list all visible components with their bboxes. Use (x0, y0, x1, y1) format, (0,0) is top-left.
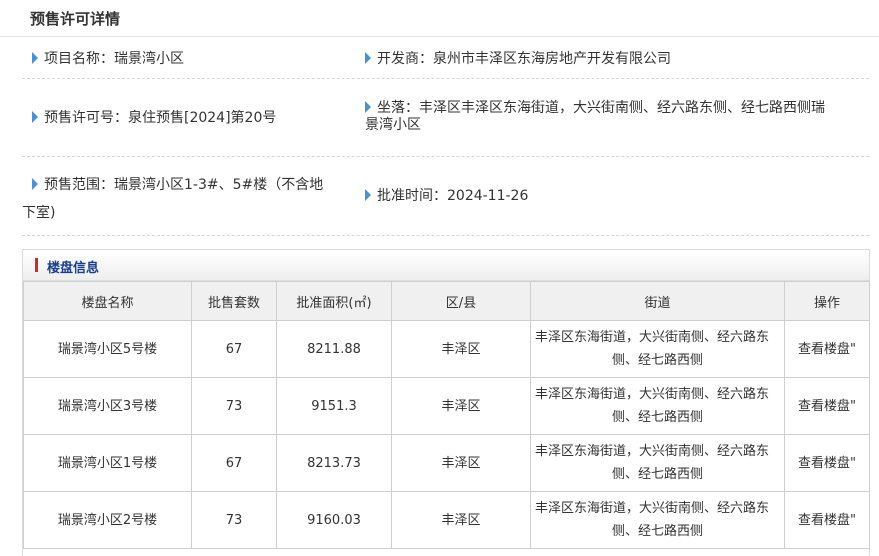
street-line1: 丰泽区东海街道，大兴街南侧、经六路东 (535, 330, 770, 345)
approval-time-text: 批准时间：2024-11-26 (377, 188, 529, 204)
unit-count: 73 (191, 377, 277, 435)
approved-area: 8211.88 (276, 320, 392, 378)
street-line1: 丰泽区东海街道，大兴街南侧、经六路东 (535, 501, 770, 516)
info-row-1: 项目名称：瑞景湾小区 开发商：泉州市丰泽区东海房地产开发有限公司 (22, 38, 869, 79)
presale-scope-field: 预售范围：瑞景湾小区1-3#、5#楼（不含地 下室) (22, 165, 362, 223)
col-header-street: 街道 (530, 281, 785, 321)
section-header: 楼盘信息 (23, 250, 869, 281)
developer-text: 开发商：泉州市丰泽区东海房地产开发有限公司 (377, 51, 671, 67)
triangle-bullet-icon (32, 178, 38, 190)
building-name: 瑞景湾小区1号楼 (23, 434, 192, 492)
street: 丰泽区东海街道，大兴街南侧、经六路东侧、经七路西侧 (530, 377, 785, 435)
street: 丰泽区东海街道，大兴街南侧、经六路东侧、经七路西侧 (530, 320, 785, 378)
table-header-row: 楼盘名称 批售套数 批准面积(㎡) 区/县 街道 操作 (23, 281, 870, 321)
building-name: 瑞景湾小区2号楼 (23, 491, 192, 549)
info-row-3: 预售范围：瑞景湾小区1-3#、5#楼（不含地 下室) 批准时间：2024-11-… (22, 157, 869, 236)
triangle-bullet-icon (32, 52, 38, 64)
view-building-link[interactable]: 查看楼盘" (784, 434, 870, 492)
street: 丰泽区东海街道，大兴街南侧、经六路东侧、经七路西侧 (530, 434, 785, 492)
building-table: 楼盘名称 批售套数 批准面积(㎡) 区/县 街道 操作 瑞景湾小区5号楼 67 … (23, 281, 870, 549)
triangle-bullet-icon (365, 52, 371, 64)
project-name-text: 项目名称：瑞景湾小区 (44, 51, 184, 67)
location-text-line2: 景湾小区 (365, 117, 421, 133)
street-line2: 侧、经七路西侧 (611, 353, 703, 368)
approved-area: 9160.03 (276, 491, 392, 549)
section-title: 楼盘信息 (47, 261, 100, 276)
building-info-section: 楼盘信息 楼盘名称 批售套数 批准面积(㎡) 区/县 街道 操作 瑞景湾小区5号… (22, 249, 870, 556)
table-row: 瑞景湾小区5号楼 67 8211.88 丰泽区 丰泽区东海街道，大兴街南侧、经六… (23, 320, 870, 378)
location-text-line1: 坐落：丰泽区丰泽区东海街道，大兴街南侧、经六路东侧、经七路西侧瑞 (377, 100, 825, 116)
approved-area: 9151.3 (276, 377, 392, 435)
col-header-district: 区/县 (391, 281, 531, 321)
developer-field: 开发商：泉州市丰泽区东海房地产开发有限公司 (365, 49, 671, 69)
street-line1: 丰泽区东海街道，大兴街南侧、经六路东 (535, 387, 770, 402)
district: 丰泽区 (391, 377, 531, 435)
view-building-link[interactable]: 查看楼盘" (784, 491, 870, 549)
street-line2: 侧、经七路西侧 (611, 410, 703, 425)
district: 丰泽区 (391, 491, 531, 549)
table-row: 瑞景湾小区2号楼 73 9160.03 丰泽区 丰泽区东海街道，大兴街南侧、经六… (23, 491, 870, 549)
building-name: 瑞景湾小区3号楼 (23, 377, 192, 435)
street-line2: 侧、经七路西侧 (611, 467, 703, 482)
approved-area: 8213.73 (276, 434, 392, 492)
scope-text-line2: 下室) (22, 205, 56, 221)
col-header-area: 批准面积(㎡) (276, 281, 392, 321)
table-row: 瑞景湾小区1号楼 67 8213.73 丰泽区 丰泽区东海街道，大兴街南侧、经六… (23, 434, 870, 492)
page-title: 预售许可详情 (30, 10, 121, 28)
col-header-action: 操作 (784, 281, 870, 321)
red-bar-icon (35, 258, 38, 272)
project-name-field: 项目名称：瑞景湾小区 (32, 49, 184, 69)
permit-info-panel: 项目名称：瑞景湾小区 开发商：泉州市丰泽区东海房地产开发有限公司 预售许可号：泉… (22, 38, 869, 236)
approval-time-field: 批准时间：2024-11-26 (365, 186, 528, 206)
street-line2: 侧、经七路西侧 (611, 524, 703, 539)
view-building-link[interactable]: 查看楼盘" (784, 320, 870, 378)
col-header-name: 楼盘名称 (23, 281, 192, 321)
district: 丰泽区 (391, 434, 531, 492)
street: 丰泽区东海街道，大兴街南侧、经六路东侧、经七路西侧 (530, 491, 785, 549)
triangle-bullet-icon (365, 101, 371, 113)
info-row-2: 预售许可号：泉住预售[2024]第20号 坐落：丰泽区丰泽区东海街道，大兴街南侧… (22, 79, 869, 157)
title-divider (0, 36, 879, 37)
unit-count: 67 (191, 434, 277, 492)
triangle-bullet-icon (32, 111, 38, 123)
col-header-units: 批售套数 (191, 281, 277, 321)
permit-number-text: 预售许可号：泉住预售[2024]第20号 (44, 110, 277, 126)
district: 丰泽区 (391, 320, 531, 378)
unit-count: 67 (191, 320, 277, 378)
permit-number-field: 预售许可号：泉住预售[2024]第20号 (32, 108, 276, 128)
unit-count: 73 (191, 491, 277, 549)
triangle-bullet-icon (365, 189, 371, 201)
scope-text-line1: 预售范围：瑞景湾小区1-3#、5#楼（不含地 (44, 177, 324, 193)
view-building-link[interactable]: 查看楼盘" (784, 377, 870, 435)
table-row: 瑞景湾小区3号楼 73 9151.3 丰泽区 丰泽区东海街道，大兴街南侧、经六路… (23, 377, 870, 435)
building-name: 瑞景湾小区5号楼 (23, 320, 192, 378)
location-field: 坐落：丰泽区丰泽区东海街道，大兴街南侧、经六路东侧、经七路西侧瑞 景湾小区 (365, 88, 869, 132)
street-line1: 丰泽区东海街道，大兴街南侧、经六路东 (535, 444, 770, 459)
